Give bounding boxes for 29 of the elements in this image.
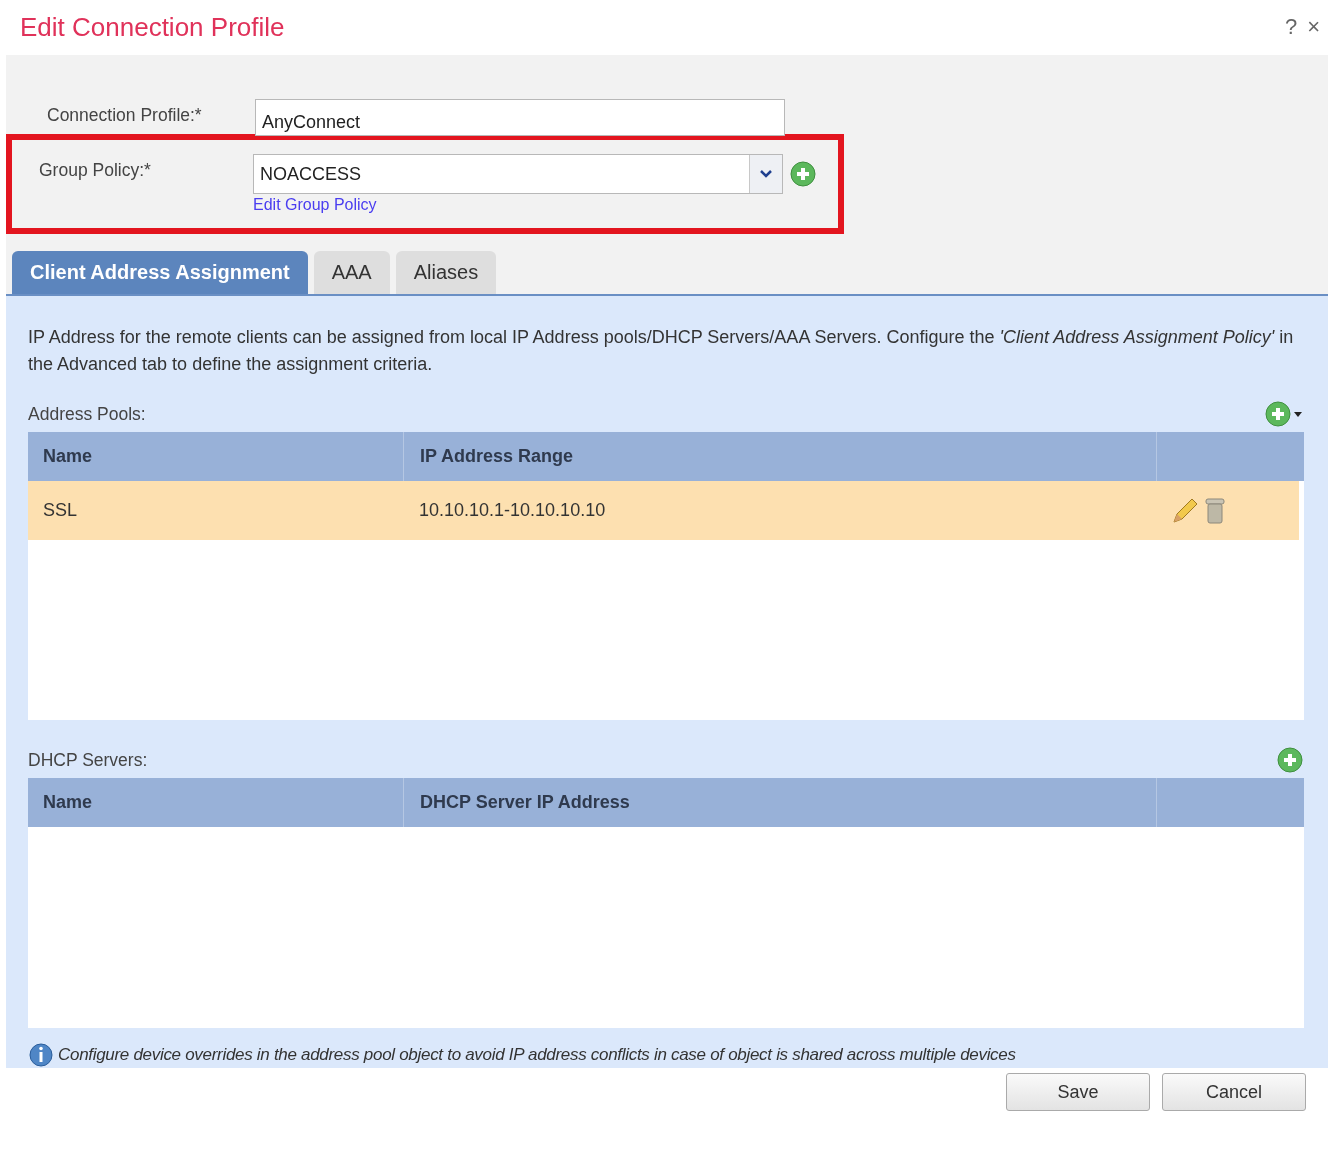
text-field[interactable]: AnyConnect [255,99,785,136]
section-label: Address Pools: [28,403,146,425]
tab[interactable]: Aliases [395,251,497,294]
column-header: Name [42,791,94,814]
add-menu-icon[interactable] [1264,400,1304,428]
section-label: DHCP Servers: [28,749,148,771]
info-note: Configure device overrides in the address pool object to avoid IP address conflicts in case of object is shared across multiple devices [58,1045,1016,1065]
field-label: Group Policy:* [38,159,152,181]
add-icon[interactable] [1276,746,1304,774]
description-text: IP Address for the remote clients can be assigned from local IP Address pools/DHCP Servers/AAA Servers. Configure the 'Client Address Assignment Policy' in the Advanced tab to define the assignment criteria. [28,326,1295,376]
trash-icon[interactable] [1204,496,1226,525]
table-cell-text: 10.10.10.1-10.10.10.10 [418,500,607,521]
dropdown-field[interactable]: NOACCESS [253,154,783,194]
dialog-button[interactable]: Cancel [1162,1073,1306,1111]
dialog-button[interactable]: Save [1006,1073,1150,1111]
edit-link[interactable]: Edit Group Policy [253,196,817,214]
add-icon[interactable] [789,160,817,188]
help-button[interactable]: ? [1284,14,1298,40]
info-icon [28,1042,54,1068]
tab[interactable]: Client Address Assignment [12,251,308,294]
column-header: DHCP Server IP Address [403,778,1156,827]
window-title: Edit Connection Profile [20,12,285,43]
table-cell-text: SSL [42,500,79,521]
close-button[interactable]: × [1307,14,1320,40]
table-row[interactable]: SSL 10.10.10.1-10.10.10.10 [28,481,1299,540]
field-label: Connection Profile:* [46,104,203,126]
tab[interactable]: AAA [313,251,390,294]
column-header: Name [42,445,94,468]
caret-icon[interactable] [759,169,773,179]
